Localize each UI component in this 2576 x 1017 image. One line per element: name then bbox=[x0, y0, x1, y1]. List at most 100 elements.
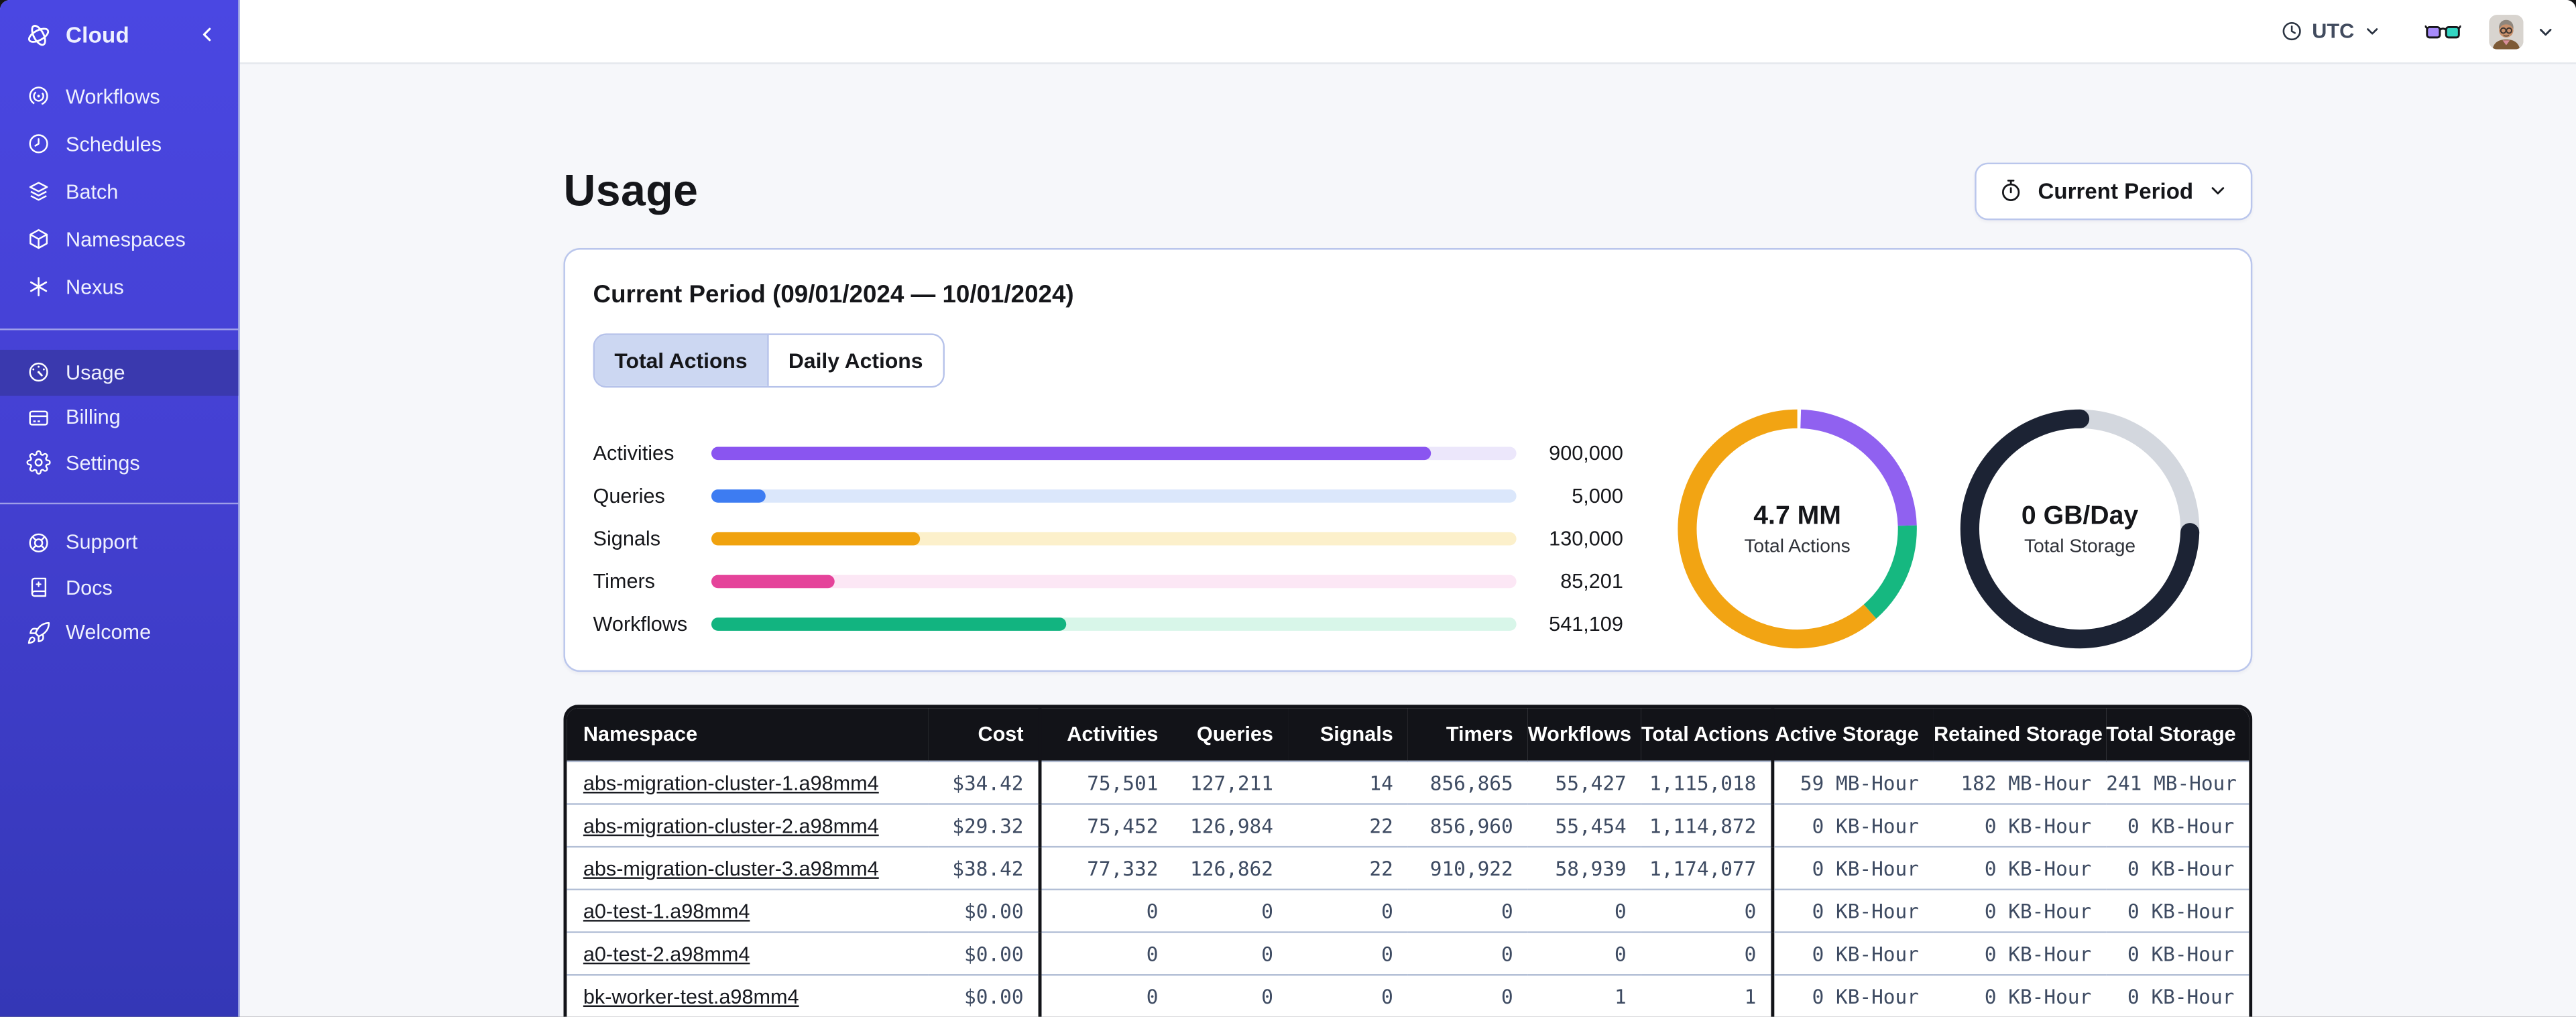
value-cell: $29.32 bbox=[928, 803, 1042, 847]
topbar: UTC bbox=[239, 0, 2576, 64]
sidebar-item-settings[interactable]: Settings bbox=[0, 440, 238, 485]
value-cell: 0 bbox=[1641, 931, 1775, 975]
sidebar-item-support[interactable]: Support bbox=[0, 520, 238, 565]
value-cell: 0 KB-Hour bbox=[2106, 974, 2249, 1017]
namespace-link[interactable]: abs-migration-cluster-1.a98mm4 bbox=[583, 771, 879, 794]
value-cell: 0 KB-Hour bbox=[1772, 931, 1934, 975]
chevron-down-icon bbox=[2363, 21, 2382, 41]
sidebar-item-schedules[interactable]: Schedules bbox=[0, 120, 238, 168]
chevron-down-icon bbox=[2535, 21, 2557, 42]
value-cell: 126,984 bbox=[1173, 803, 1289, 847]
namespace-cell: a0-test-2.a98mm4 bbox=[567, 931, 929, 975]
value-cell: 0 bbox=[1527, 888, 1641, 933]
sidebar-collapse-button[interactable] bbox=[192, 19, 222, 49]
bar-category-label: Timers bbox=[593, 570, 656, 593]
sidebar-item-welcome[interactable]: Welcome bbox=[0, 610, 238, 655]
actions-bar-chart: Activities 900,000 Queries 5,000 Signals 130,… bbox=[593, 432, 1623, 646]
sidebar-item-label: Batch bbox=[66, 180, 119, 203]
bar-track bbox=[711, 489, 1517, 503]
avatar[interactable] bbox=[2489, 13, 2524, 49]
bar-fill bbox=[711, 446, 1431, 461]
value-cell: 0 bbox=[1173, 888, 1289, 933]
stopwatch-icon bbox=[1999, 178, 2025, 204]
bar-category-label: Activities bbox=[593, 442, 675, 465]
workflows-icon bbox=[26, 84, 51, 109]
settings-gear-icon bbox=[26, 451, 51, 475]
value-cell: $0.00 bbox=[928, 931, 1042, 975]
total-storage-donut: 0 GB/Day Total Storage bbox=[1956, 406, 2203, 652]
namespace-link[interactable]: a0-test-2.a98mm4 bbox=[583, 942, 750, 965]
column-header: Total Storage bbox=[2106, 708, 2249, 762]
value-cell: 0 bbox=[1288, 974, 1408, 1017]
value-cell: $0.00 bbox=[928, 888, 1042, 933]
page-header: Usage Current Period bbox=[563, 160, 2253, 222]
value-cell: 0 bbox=[1527, 931, 1641, 975]
sidebar-item-label: Schedules bbox=[66, 132, 162, 156]
namespace-usage-table: Namespace Cost Activities Queries Signals Tim… bbox=[563, 705, 2253, 1017]
namespace-link[interactable]: abs-migration-cluster-2.a98mm4 bbox=[583, 814, 879, 837]
column-header: Cost bbox=[928, 708, 1042, 762]
value-cell: 910,922 bbox=[1407, 845, 1528, 890]
sidebar-item-label: Namespaces bbox=[66, 227, 186, 251]
bar-fill bbox=[711, 532, 921, 546]
bar-track bbox=[711, 532, 1517, 546]
value-cell: 55,454 bbox=[1527, 803, 1641, 847]
sidebar-nav-help: Support Docs Welcome bbox=[0, 520, 238, 656]
bar-value: 85,201 bbox=[1560, 570, 1623, 593]
value-cell: 0 KB-Hour bbox=[1933, 803, 2107, 847]
period-selector-button[interactable]: Current Period bbox=[1975, 162, 2253, 220]
namespace-link[interactable]: bk-worker-test.a98mm4 bbox=[583, 985, 799, 1008]
table-header: Namespace Cost Activities Queries Signals Tim… bbox=[567, 708, 2249, 762]
value-cell: 126,862 bbox=[1173, 845, 1289, 890]
column-header: Total Actions bbox=[1641, 708, 1775, 762]
sidebar-item-batch[interactable]: Batch bbox=[0, 168, 238, 215]
table-row: abs-migration-cluster-1.a98mm4 $34.42 75,5… bbox=[567, 760, 2249, 804]
namespace-cell: abs-migration-cluster-2.a98mm4 bbox=[567, 803, 929, 847]
sidebar-item-docs[interactable]: Docs bbox=[0, 565, 238, 610]
bar-value: 5,000 bbox=[1572, 484, 1623, 508]
value-cell: 0 KB-Hour bbox=[1772, 888, 1934, 933]
actions-view-tabs: Total Actions Daily Actions bbox=[593, 333, 945, 388]
sidebar-item-billing[interactable]: Billing bbox=[0, 395, 238, 440]
sidebar-item-nexus[interactable]: Nexus bbox=[0, 263, 238, 310]
timezone-label: UTC bbox=[2312, 19, 2355, 43]
namespace-cell: abs-migration-cluster-1.a98mm4 bbox=[567, 760, 929, 804]
table-row: a0-test-1.a98mm4 $0.00 0 0 0 0 0 0 0 KB-Hour 0 KB… bbox=[567, 888, 2249, 933]
sidebar-item-label: Workflows bbox=[66, 84, 160, 108]
value-cell: $0.00 bbox=[928, 974, 1042, 1017]
value-cell: 0 bbox=[1407, 974, 1528, 1017]
value-cell: 0 KB-Hour bbox=[1933, 888, 2107, 933]
main-content: Usage Current Period Current Period (09/… bbox=[239, 64, 2576, 1017]
sidebar-item-label: Nexus bbox=[66, 275, 124, 298]
sidebar-item-workflows[interactable]: Workflows bbox=[0, 72, 238, 120]
namespace-link[interactable]: abs-migration-cluster-3.a98mm4 bbox=[583, 857, 879, 880]
tab-total-actions[interactable]: Total Actions bbox=[595, 335, 769, 386]
sidebar-item-namespaces[interactable]: Namespaces bbox=[0, 215, 238, 263]
glasses-icon[interactable] bbox=[2424, 22, 2461, 40]
tab-daily-actions[interactable]: Daily Actions bbox=[768, 335, 943, 386]
value-cell: 0 bbox=[1641, 888, 1775, 933]
support-lifebuoy-icon bbox=[26, 530, 51, 555]
cloud-logo-icon bbox=[25, 21, 53, 49]
bar-row: Signals 130,000 bbox=[593, 518, 1623, 560]
column-header: Workflows bbox=[1527, 708, 1641, 762]
sidebar-item-usage[interactable]: Usage bbox=[0, 349, 239, 396]
namespace-link[interactable]: a0-test-1.a98mm4 bbox=[583, 900, 750, 922]
table-row: abs-migration-cluster-2.a98mm4 $29.32 75,4… bbox=[567, 803, 2249, 847]
timezone-selector[interactable]: UTC bbox=[2281, 19, 2382, 43]
bar-category-label: Workflows bbox=[593, 612, 688, 636]
user-menu-button[interactable] bbox=[2535, 21, 2557, 42]
page-title: Usage bbox=[563, 165, 699, 215]
column-header: Timers bbox=[1407, 708, 1528, 762]
usage-gauge-icon bbox=[26, 360, 51, 385]
schedules-icon bbox=[26, 131, 51, 156]
value-cell: 14 bbox=[1288, 760, 1408, 804]
bar-row: Timers 85,201 bbox=[593, 560, 1623, 603]
value-cell: 0 bbox=[1407, 931, 1528, 975]
batch-icon bbox=[26, 179, 51, 204]
period-selector-label: Current Period bbox=[2038, 178, 2194, 203]
bar-track bbox=[711, 617, 1517, 631]
clock-icon bbox=[2281, 19, 2304, 42]
bar-fill bbox=[711, 575, 835, 589]
total-actions-donut: 4.7 MM Total Actions bbox=[1674, 406, 1921, 652]
